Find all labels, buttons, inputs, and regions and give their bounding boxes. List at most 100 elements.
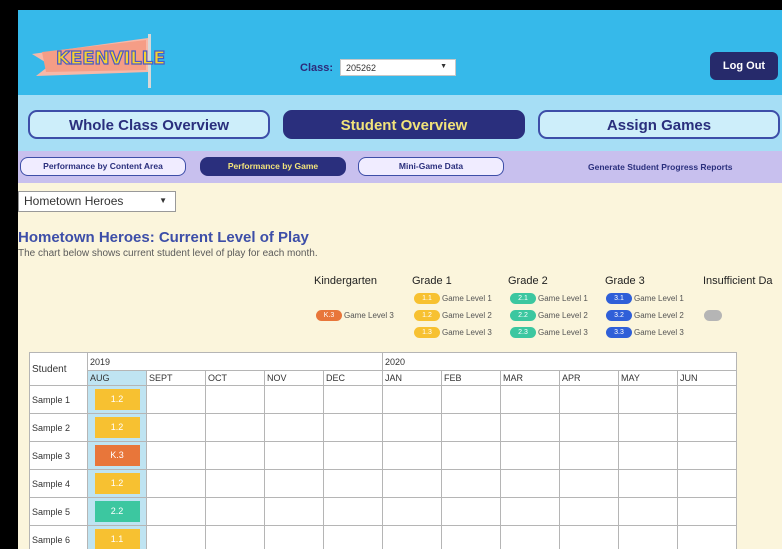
month-header: DEC xyxy=(323,370,383,386)
game-select[interactable]: Hometown Heroes ▼ xyxy=(18,191,176,212)
legend-item: 3.1 Game Level 1 xyxy=(606,293,684,305)
subtab-mini-game-data[interactable]: Mini-Game Data xyxy=(358,157,504,176)
student-name: Sample 6 xyxy=(29,525,88,549)
level-badge: 1.2 xyxy=(94,417,140,438)
legend-item-label: Game Level 3 xyxy=(442,328,492,337)
month-header: OCT xyxy=(205,370,265,386)
month-header: JAN xyxy=(382,370,442,386)
keenville-logo: KEENVILLE xyxy=(32,34,166,88)
legend-item: 2.1 Game Level 1 xyxy=(510,293,588,305)
legend-item-label: Game Level 2 xyxy=(634,311,684,320)
month-header: AUG xyxy=(87,370,147,386)
student-name: Sample 3 xyxy=(29,441,88,470)
month-cell xyxy=(559,385,619,414)
month-cell xyxy=(323,469,383,498)
logout-button[interactable]: Log Out xyxy=(710,52,778,80)
month-cell xyxy=(441,385,501,414)
month-cell xyxy=(146,525,206,549)
class-select-value: 205262 xyxy=(346,63,377,73)
class-select[interactable]: 205262 ▼ xyxy=(340,59,456,76)
month-cell: 1.1 xyxy=(87,525,147,549)
month-cell xyxy=(677,441,737,470)
level-badge: K.3 xyxy=(94,445,140,466)
level-pill: 2.3 xyxy=(510,327,536,338)
month-cell xyxy=(264,497,324,526)
legend-item-label: Game Level 1 xyxy=(538,294,588,303)
month-cell xyxy=(677,497,737,526)
month-cell xyxy=(205,385,265,414)
level-pill: 2.1 xyxy=(510,293,536,304)
month-cell xyxy=(618,497,678,526)
month-cell xyxy=(441,497,501,526)
month-cell xyxy=(323,497,383,526)
month-cell: K.3 xyxy=(87,441,147,470)
legend-insufficient: Insufficient Da xyxy=(703,275,773,287)
legend-item: 1.3 Game Level 3 xyxy=(414,327,492,339)
level-pill: 3.2 xyxy=(606,310,632,321)
month-cell xyxy=(500,469,560,498)
month-cell: 1.2 xyxy=(87,385,147,414)
month-cell: 1.2 xyxy=(87,413,147,442)
level-table: Student 2019 2020 AUG SEPT OCT NOV DEC J… xyxy=(29,352,737,549)
legend-item-label: Game Level 3 xyxy=(538,328,588,337)
month-cell xyxy=(441,469,501,498)
month-cell xyxy=(264,525,324,549)
game-select-value: Hometown Heroes xyxy=(24,194,124,208)
month-cell xyxy=(323,441,383,470)
table-row: Sample 2 1.2 xyxy=(29,413,737,442)
legend-grade-2: Grade 2 xyxy=(508,275,548,287)
month-cell xyxy=(677,469,737,498)
level-badge: 1.1 xyxy=(94,529,140,549)
student-name: Sample 2 xyxy=(29,413,88,442)
legend-item-label: Game Level 1 xyxy=(634,294,684,303)
month-cell xyxy=(323,385,383,414)
student-name: Sample 4 xyxy=(29,469,88,498)
subtab-performance-content-area[interactable]: Performance by Content Area xyxy=(20,157,186,176)
level-pill: 2.2 xyxy=(510,310,536,321)
legend-item: 3.2 Game Level 2 xyxy=(606,310,684,322)
month-cell xyxy=(618,525,678,549)
month-cell xyxy=(205,497,265,526)
month-cell xyxy=(264,469,324,498)
main-nav: Whole Class Overview Student Overview As… xyxy=(18,95,782,151)
chevron-down-icon: ▼ xyxy=(159,196,167,205)
month-cell xyxy=(146,385,206,414)
month-cell xyxy=(677,525,737,549)
level-badge: 2.2 xyxy=(94,501,140,522)
legend-item: 3.3 Game Level 3 xyxy=(606,327,684,339)
legend-item-label: Game Level 2 xyxy=(442,311,492,320)
legend-item: 1.2 Game Level 2 xyxy=(414,310,492,322)
tab-assign-games[interactable]: Assign Games xyxy=(538,110,780,139)
legend-item: 2.2 Game Level 2 xyxy=(510,310,588,322)
month-cell xyxy=(382,441,442,470)
student-name: Sample 1 xyxy=(29,385,88,414)
month-cell xyxy=(500,385,560,414)
month-cell xyxy=(677,413,737,442)
month-header: MAY xyxy=(618,370,678,386)
year-header: 2020 xyxy=(382,352,737,371)
legend-item: 2.3 Game Level 3 xyxy=(510,327,588,339)
month-header: APR xyxy=(559,370,619,386)
month-cell: 1.2 xyxy=(87,469,147,498)
level-badge: 1.2 xyxy=(94,389,140,410)
level-pill: 1.3 xyxy=(414,327,440,338)
student-name: Sample 5 xyxy=(29,497,88,526)
month-header: NOV xyxy=(264,370,324,386)
tab-whole-class-overview[interactable]: Whole Class Overview xyxy=(28,110,270,139)
month-cell xyxy=(205,469,265,498)
month-cell xyxy=(264,385,324,414)
month-cell xyxy=(382,525,442,549)
month-cell: 2.2 xyxy=(87,497,147,526)
level-pill: 3.1 xyxy=(606,293,632,304)
month-cell xyxy=(559,525,619,549)
table-row: Sample 1 1.2 xyxy=(29,385,737,414)
legend-item-label: Game Level 3 xyxy=(634,328,684,337)
generate-reports-link[interactable]: Generate Student Progress Reports xyxy=(588,162,733,172)
subtab-performance-game[interactable]: Performance by Game xyxy=(200,157,346,176)
tab-student-overview[interactable]: Student Overview xyxy=(283,110,525,139)
month-header: MAR xyxy=(500,370,560,386)
month-cell xyxy=(382,413,442,442)
level-pill: K.3 xyxy=(316,310,342,321)
legend-kindergarten: Kindergarten xyxy=(314,275,377,287)
legend-item xyxy=(704,310,724,322)
